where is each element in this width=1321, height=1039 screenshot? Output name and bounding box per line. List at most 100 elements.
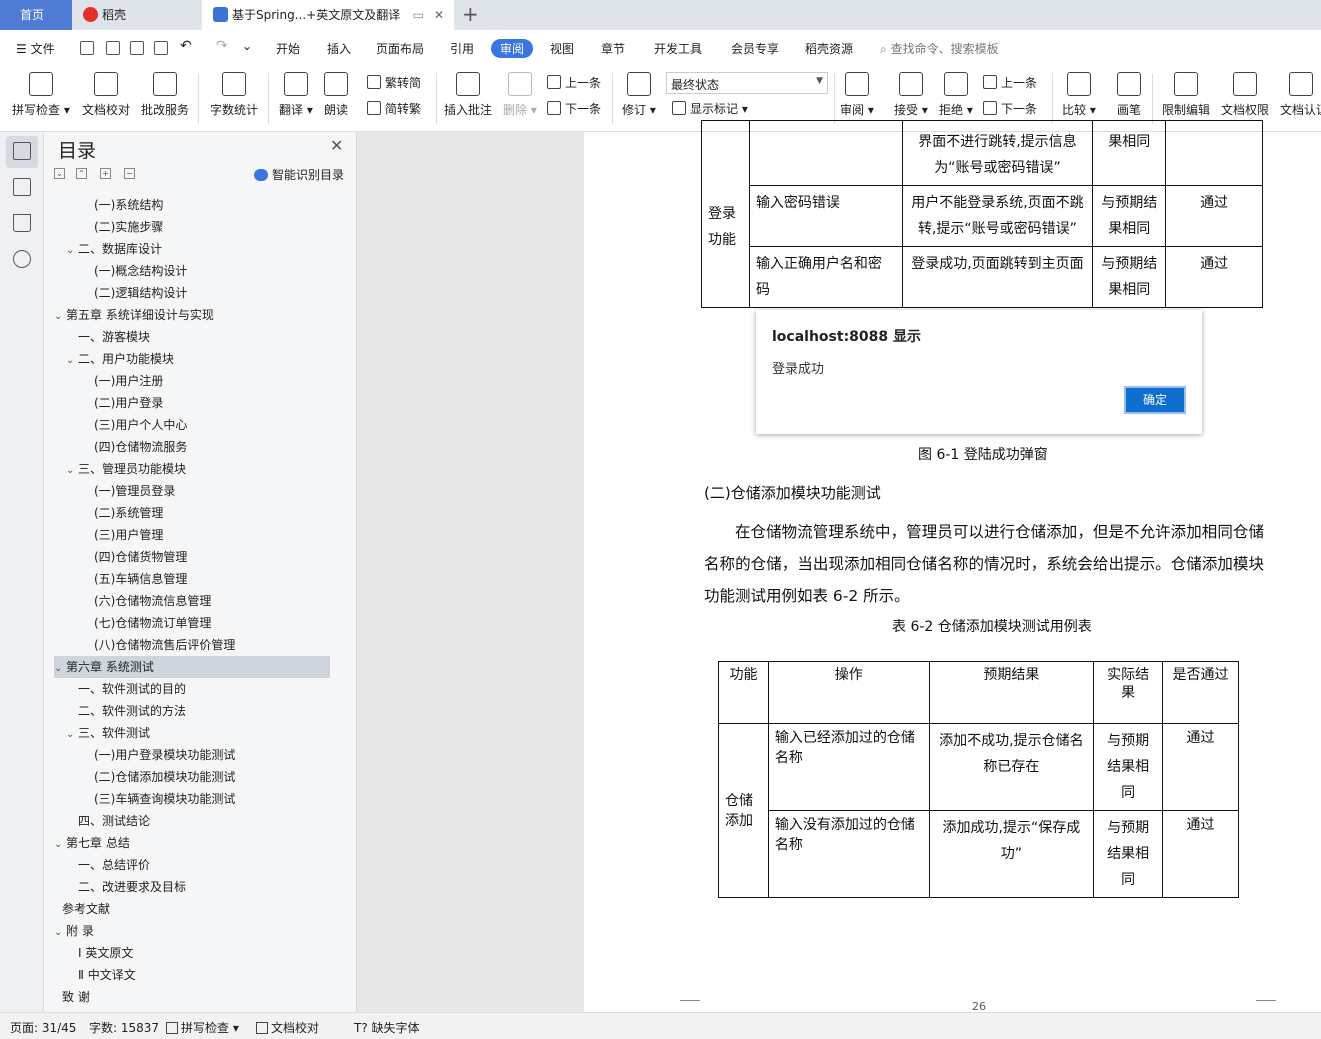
- toc-item[interactable]: ⌄ 第七章 总结: [54, 832, 330, 854]
- restrict-edit-button[interactable]: 限制编辑: [1162, 72, 1210, 118]
- toc-item[interactable]: 一、总结评价: [54, 854, 330, 876]
- menu-page-layout[interactable]: 页面布局: [376, 40, 424, 57]
- more-chevron-icon[interactable]: ⌄: [242, 39, 252, 53]
- spell-check-button[interactable]: 拼写检查 ▾: [12, 72, 70, 118]
- toc-item[interactable]: ⌄ 二、数据库设计: [54, 238, 330, 260]
- command-search[interactable]: ⌕ 查找命令、搜索模板: [880, 40, 999, 57]
- chevron-down-icon[interactable]: ⌄: [54, 834, 66, 856]
- toc-item[interactable]: Ⅱ 中文译文: [54, 964, 330, 986]
- expand-up-icon[interactable]: ⌃: [76, 168, 87, 179]
- menu-member[interactable]: 会员专享: [731, 40, 779, 57]
- save-icon[interactable]: [80, 41, 94, 55]
- toc-item[interactable]: (一)用户登录模块功能测试: [54, 744, 330, 766]
- chevron-down-icon[interactable]: ⌄: [54, 658, 66, 680]
- export-icon[interactable]: [106, 41, 120, 55]
- review-pane-button[interactable]: 审阅 ▾: [840, 72, 874, 118]
- doc-proof-button[interactable]: 文档校对: [82, 72, 130, 118]
- translate-button[interactable]: 翻译 ▾: [279, 72, 313, 118]
- toc-item[interactable]: ⌄ 附 录: [54, 920, 330, 942]
- doc-cert-button[interactable]: 文档认证: [1280, 72, 1321, 118]
- page-indicator[interactable]: 页面: 31/45: [10, 1019, 76, 1036]
- toc-item[interactable]: (二)用户登录: [54, 392, 330, 414]
- word-count-indicator[interactable]: 字数: 15837: [89, 1019, 159, 1036]
- file-menu[interactable]: ☰ 文件: [16, 40, 55, 57]
- toc-item[interactable]: (二)实施步骤: [54, 216, 330, 238]
- pen-button[interactable]: 画笔: [1117, 72, 1141, 118]
- next-change-button[interactable]: 下一条: [983, 100, 1037, 117]
- search-icon[interactable]: [13, 250, 31, 268]
- toc-item[interactable]: (一)概念结构设计: [54, 260, 330, 282]
- delete-comment-button[interactable]: 删除 ▾: [503, 72, 537, 118]
- toc-panel-icon[interactable]: [13, 142, 31, 160]
- print-icon[interactable]: [130, 41, 144, 55]
- menu-dev-tools[interactable]: 开发工具: [654, 40, 702, 57]
- toc-item[interactable]: (六)仓储物流信息管理: [54, 590, 330, 612]
- toc-item[interactable]: 一、游客模块: [54, 326, 330, 348]
- toc-item[interactable]: ⌄ 第五章 系统详细设计与实现: [54, 304, 330, 326]
- toc-item[interactable]: 二、改进要求及目标: [54, 876, 330, 898]
- read-aloud-button[interactable]: 朗读: [324, 72, 348, 118]
- toc-item[interactable]: (二)仓储添加模块功能测试: [54, 766, 330, 788]
- toc-item[interactable]: (三)车辆查询模块功能测试: [54, 788, 330, 810]
- accept-button[interactable]: 接受 ▾: [894, 72, 928, 118]
- toc-item[interactable]: (四)仓储物流服务: [54, 436, 330, 458]
- document-page[interactable]: 登录功能 界面不进行跳转,提示信息为“账号或密码错误” 果相同 输入密码错误 用…: [584, 120, 1321, 1013]
- toc-item[interactable]: (一)管理员登录: [54, 480, 330, 502]
- toc-item[interactable]: 致 谢: [54, 986, 330, 1008]
- word-count-button[interactable]: 字数统计: [210, 72, 258, 118]
- toc-item[interactable]: (一)用户注册: [54, 370, 330, 392]
- remove-heading-icon[interactable]: −: [124, 168, 135, 179]
- menu-view[interactable]: 视图: [550, 40, 574, 57]
- toc-item[interactable]: (五)车辆信息管理: [54, 568, 330, 590]
- toc-item[interactable]: Ⅰ 英文原文: [54, 942, 330, 964]
- toc-item[interactable]: (三)用户个人中心: [54, 414, 330, 436]
- toc-item[interactable]: ⌄ 三、软件测试: [54, 722, 330, 744]
- toc-item[interactable]: ⌄ 第六章 系统测试: [54, 656, 330, 678]
- add-heading-icon[interactable]: +: [100, 168, 111, 179]
- menu-start[interactable]: 开始: [276, 40, 300, 57]
- close-icon[interactable]: ✕: [330, 136, 343, 155]
- toc-item[interactable]: (二)逻辑结构设计: [54, 282, 330, 304]
- monitor-icon[interactable]: ▭: [413, 0, 424, 30]
- markup-state-select[interactable]: 最终状态 ▼: [666, 72, 828, 94]
- redo-icon[interactable]: ↷: [216, 38, 228, 54]
- prev-comment-button[interactable]: 上一条: [547, 74, 601, 91]
- chevron-down-icon[interactable]: ⌄: [66, 350, 78, 372]
- toc-item[interactable]: (七)仓储物流订单管理: [54, 612, 330, 634]
- missing-font-status[interactable]: T? 缺失字体: [354, 1019, 420, 1036]
- menu-reference[interactable]: 引用: [450, 40, 474, 57]
- tab-docer[interactable]: 稻壳: [72, 0, 202, 30]
- reject-button[interactable]: 拒绝 ▾: [939, 72, 973, 118]
- prev-change-button[interactable]: 上一条: [983, 74, 1037, 91]
- doc-proof-status[interactable]: 文档校对: [256, 1019, 319, 1036]
- tab-home[interactable]: 首页: [0, 0, 72, 30]
- toc-item[interactable]: (一)系统结构: [54, 194, 330, 216]
- revise-button[interactable]: 修订 ▾: [622, 72, 656, 118]
- new-tab-button[interactable]: +: [462, 0, 479, 30]
- next-comment-button[interactable]: 下一条: [547, 100, 601, 117]
- toc-item[interactable]: ⌄ 二、用户功能模块: [54, 348, 330, 370]
- smart-toc-button[interactable]: 智能识别目录: [254, 166, 344, 183]
- insert-comment-button[interactable]: 插入批注: [444, 72, 492, 118]
- print-preview-icon[interactable]: [154, 41, 168, 55]
- toc-item[interactable]: (二)系统管理: [54, 502, 330, 524]
- collapse-all-icon[interactable]: ⌄: [54, 168, 65, 179]
- spell-check-status[interactable]: 拼写检查 ▾: [166, 1019, 239, 1036]
- compare-button[interactable]: 比较 ▾: [1062, 72, 1096, 118]
- chevron-down-icon[interactable]: ⌄: [66, 240, 78, 262]
- chapter-nav-icon[interactable]: [13, 178, 31, 196]
- toc-item[interactable]: ⌄ 三、管理员功能模块: [54, 458, 330, 480]
- chevron-down-icon[interactable]: ⌄: [66, 460, 78, 482]
- toc-item[interactable]: 一、软件测试的目的: [54, 678, 330, 700]
- chevron-down-icon[interactable]: ⌄: [54, 922, 66, 944]
- toc-item[interactable]: (八)仓储物流售后评价管理: [54, 634, 330, 656]
- trad-to-simp-button[interactable]: 繁转简: [367, 74, 421, 91]
- toc-item[interactable]: 四、测试结论: [54, 810, 330, 832]
- toc-item[interactable]: (三)用户管理: [54, 524, 330, 546]
- simp-to-trad-button[interactable]: 简转繁: [367, 100, 421, 117]
- menu-docer-resources[interactable]: 稻壳资源: [805, 40, 853, 57]
- menu-chapter[interactable]: 章节: [601, 40, 625, 57]
- tab-document[interactable]: 基于Spring...+英文原文及翻译 ▭ ✕: [202, 0, 454, 30]
- chevron-down-icon[interactable]: ⌄: [66, 724, 78, 746]
- toc-item[interactable]: 二、软件测试的方法: [54, 700, 330, 722]
